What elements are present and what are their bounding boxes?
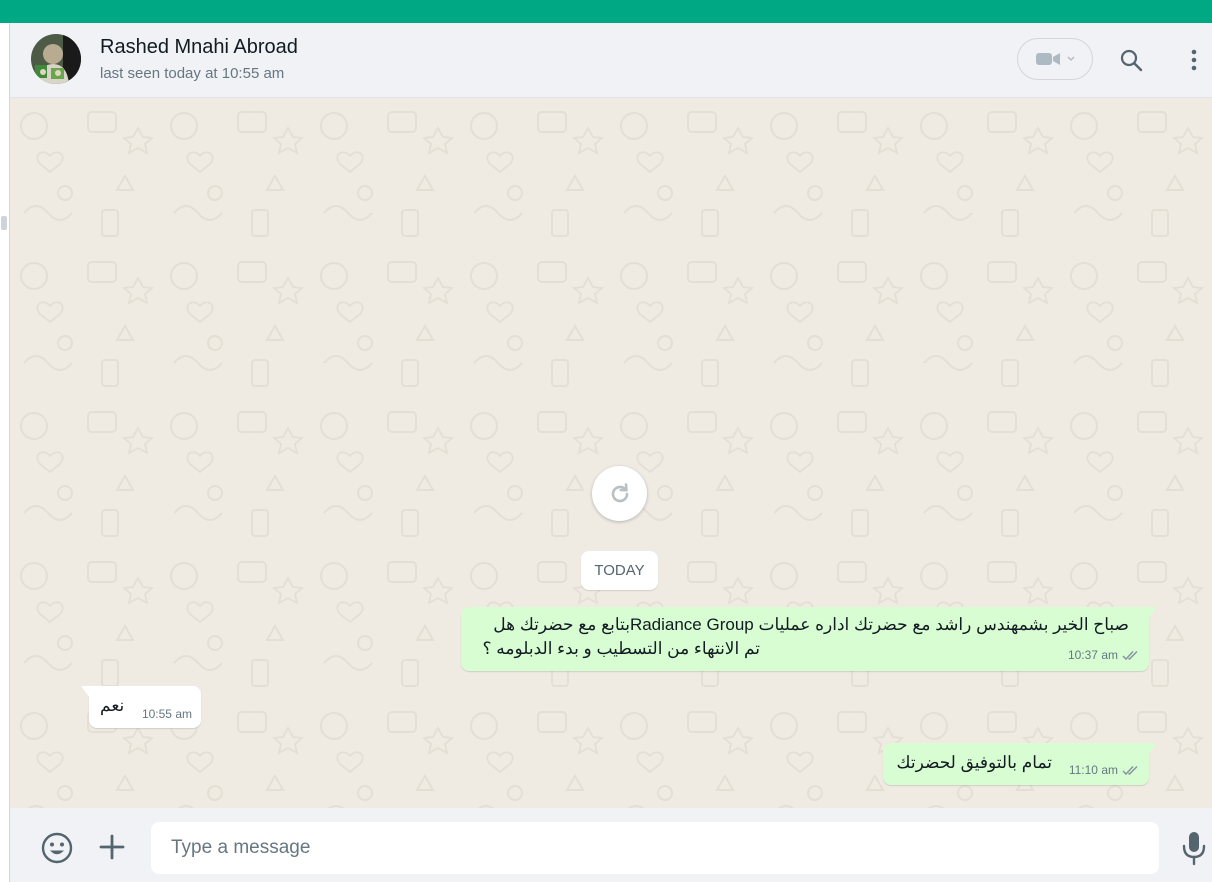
message-text-line-2: تم الانتهاء من التسطيب و بدء الدبلومه ؟ [482, 639, 760, 658]
chevron-down-icon [1067, 56, 1075, 61]
contact-name[interactable]: Rashed Mnahi Abroad [100, 36, 298, 59]
incoming-message[interactable]: نعم 10:55 am [81, 686, 201, 728]
menu-button[interactable] [1180, 44, 1208, 76]
date-divider: TODAY [581, 551, 658, 590]
outgoing-message[interactable]: صباح الخير بشمهندس راشد مع حضرتك اداره ع… [461, 607, 1157, 671]
video-call-button[interactable] [1017, 38, 1093, 80]
plus-icon[interactable] [97, 832, 127, 862]
message-text-line-1: صباح الخير بشمهندس راشد مع حضرتك اداره ع… [493, 615, 1129, 634]
chat-panel[interactable]: TODAY صباح الخير بشمهندس راشد مع حضرتك ا… [10, 98, 1212, 808]
message-input[interactable] [151, 822, 1159, 874]
bubble-tail [1148, 607, 1157, 619]
contact-last-seen: last seen today at 10:55 am [100, 65, 285, 82]
refresh-icon [611, 482, 628, 502]
avatar[interactable] [31, 34, 81, 84]
kebab-menu-icon [1191, 49, 1197, 71]
search-button[interactable] [1115, 44, 1147, 76]
left-scroll-strip [0, 23, 10, 882]
message-time: 11:10 am [1068, 763, 1118, 777]
refresh-button[interactable] [592, 466, 647, 521]
message-text: نعم [100, 696, 125, 715]
message-meta: 10:37 am [1068, 648, 1141, 662]
double-check-icon [1122, 650, 1138, 660]
bubble-tail [81, 686, 90, 698]
microphone-icon[interactable] [1180, 830, 1208, 866]
message-meta: 11:10 am [1069, 763, 1141, 777]
video-camera-icon [1036, 53, 1060, 65]
composer-bar [10, 808, 1212, 882]
message-text: تمام بالتوفيق لحضرتك [896, 753, 1052, 772]
bubble-tail [1148, 743, 1157, 755]
emoji-icon[interactable] [40, 831, 74, 865]
chat-header: Rashed Mnahi Abroad last seen today at 1… [10, 23, 1212, 98]
top-accent-bar [0, 0, 1212, 23]
avatar-photo [31, 34, 81, 84]
outgoing-message[interactable]: تمام بالتوفيق لحضرتك 11:10 am [883, 743, 1157, 785]
message-time: 10:55 am [141, 707, 192, 721]
scroll-handle[interactable] [1, 216, 7, 230]
message-time: 10:37 am [1067, 648, 1118, 662]
search-icon [1120, 49, 1143, 72]
double-check-icon [1122, 765, 1138, 775]
